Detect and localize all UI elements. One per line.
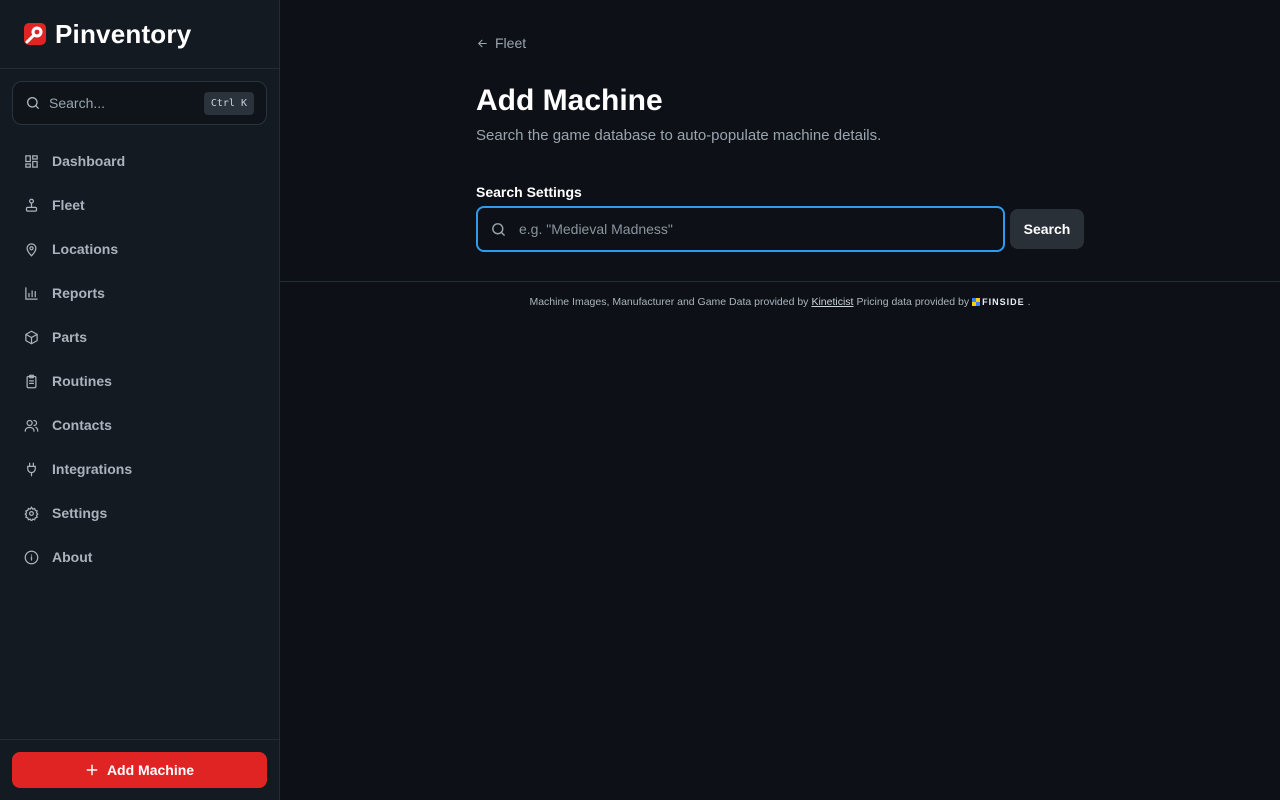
clipboard-list-icon: [26, 374, 37, 388]
attribution-middle: Pricing data provided by: [856, 296, 970, 308]
back-link-label: Fleet: [495, 35, 527, 51]
finside-logo-text: FINSIDE: [982, 297, 1025, 307]
sidebar-item-locations[interactable]: Locations: [0, 227, 279, 271]
sidebar-item-label: About: [52, 549, 93, 565]
global-search-placeholder: Search...: [49, 95, 106, 111]
search-button[interactable]: Search: [1010, 209, 1084, 249]
finside-link[interactable]: FINSIDE: [972, 297, 1025, 307]
game-search-field[interactable]: [476, 206, 1005, 252]
search-icon: [27, 97, 39, 109]
map-pin-icon: [26, 242, 37, 257]
sidebar-item-label: Routines: [52, 373, 112, 389]
arrow-left-icon: [477, 39, 487, 47]
pinball-logo-icon: [24, 23, 46, 45]
sidebar-item-label: Fleet: [52, 197, 85, 213]
attribution-prefix: Machine Images, Manufacturer and Game Da…: [529, 296, 809, 308]
sidebar-item-contacts[interactable]: Contacts: [0, 403, 279, 447]
sidebar-item-routines[interactable]: Routines: [0, 359, 279, 403]
back-to-fleet-link[interactable]: Fleet: [476, 35, 526, 51]
dashboard-icon: [25, 154, 38, 168]
bar-chart-icon: [25, 286, 38, 300]
main-content: Fleet Add Machine Search the game databa…: [280, 0, 1280, 800]
kineticist-link[interactable]: Kineticist: [811, 296, 853, 308]
sidebar-item-settings[interactable]: Settings: [0, 491, 279, 535]
sidebar-item-label: Locations: [52, 241, 119, 257]
sidebar-item-dashboard[interactable]: Dashboard: [0, 139, 279, 183]
sidebar-nav: Dashboard Fleet Locations Reports Parts …: [0, 139, 279, 579]
gear-icon: [24, 505, 39, 521]
sidebar-footer: Add Machine: [0, 739, 279, 800]
sidebar: Pinventory Search... Ctrl K Dashboard Fl…: [0, 0, 280, 800]
content-divider: [280, 281, 1280, 282]
data-attribution: Machine Images, Manufacturer and Game Da…: [280, 296, 1280, 308]
finside-logo-icon: [972, 298, 981, 306]
sidebar-item-label: Reports: [52, 285, 105, 301]
sidebar-item-about[interactable]: About: [0, 535, 279, 579]
page-subtitle: Search the game database to auto-populat…: [476, 127, 882, 144]
sidebar-item-reports[interactable]: Reports: [0, 271, 279, 315]
sidebar-item-fleet[interactable]: Fleet: [0, 183, 279, 227]
users-icon: [24, 419, 39, 432]
brand[interactable]: Pinventory: [0, 0, 279, 69]
sidebar-item-label: Parts: [52, 329, 88, 345]
package-icon: [25, 330, 38, 344]
add-machine-button[interactable]: Add Machine: [12, 752, 267, 788]
brand-name: Pinventory: [55, 18, 192, 49]
game-search-input[interactable]: [519, 221, 1003, 237]
page-title: Add Machine: [476, 84, 663, 117]
joystick-icon: [25, 198, 38, 212]
sidebar-item-label: Settings: [52, 505, 108, 521]
search-icon: [492, 222, 505, 236]
add-machine-label: Add Machine: [106, 762, 195, 778]
plus-icon: [86, 764, 98, 776]
sidebar-item-parts[interactable]: Parts: [0, 315, 279, 359]
search-field-label: Search Settings: [476, 184, 582, 200]
sidebar-item-label: Integrations: [52, 461, 133, 477]
sidebar-item-label: Contacts: [52, 417, 112, 433]
global-search[interactable]: Search... Ctrl K: [12, 81, 267, 125]
app: Pinventory Search... Ctrl K Dashboard Fl…: [0, 0, 1280, 800]
attribution-suffix: .: [1027, 296, 1031, 308]
keyboard-shortcut-badge: Ctrl K: [203, 91, 254, 115]
info-icon: [24, 550, 39, 564]
sidebar-item-integrations[interactable]: Integrations: [0, 447, 279, 491]
sidebar-item-label: Dashboard: [52, 153, 126, 169]
plug-icon: [27, 462, 36, 476]
